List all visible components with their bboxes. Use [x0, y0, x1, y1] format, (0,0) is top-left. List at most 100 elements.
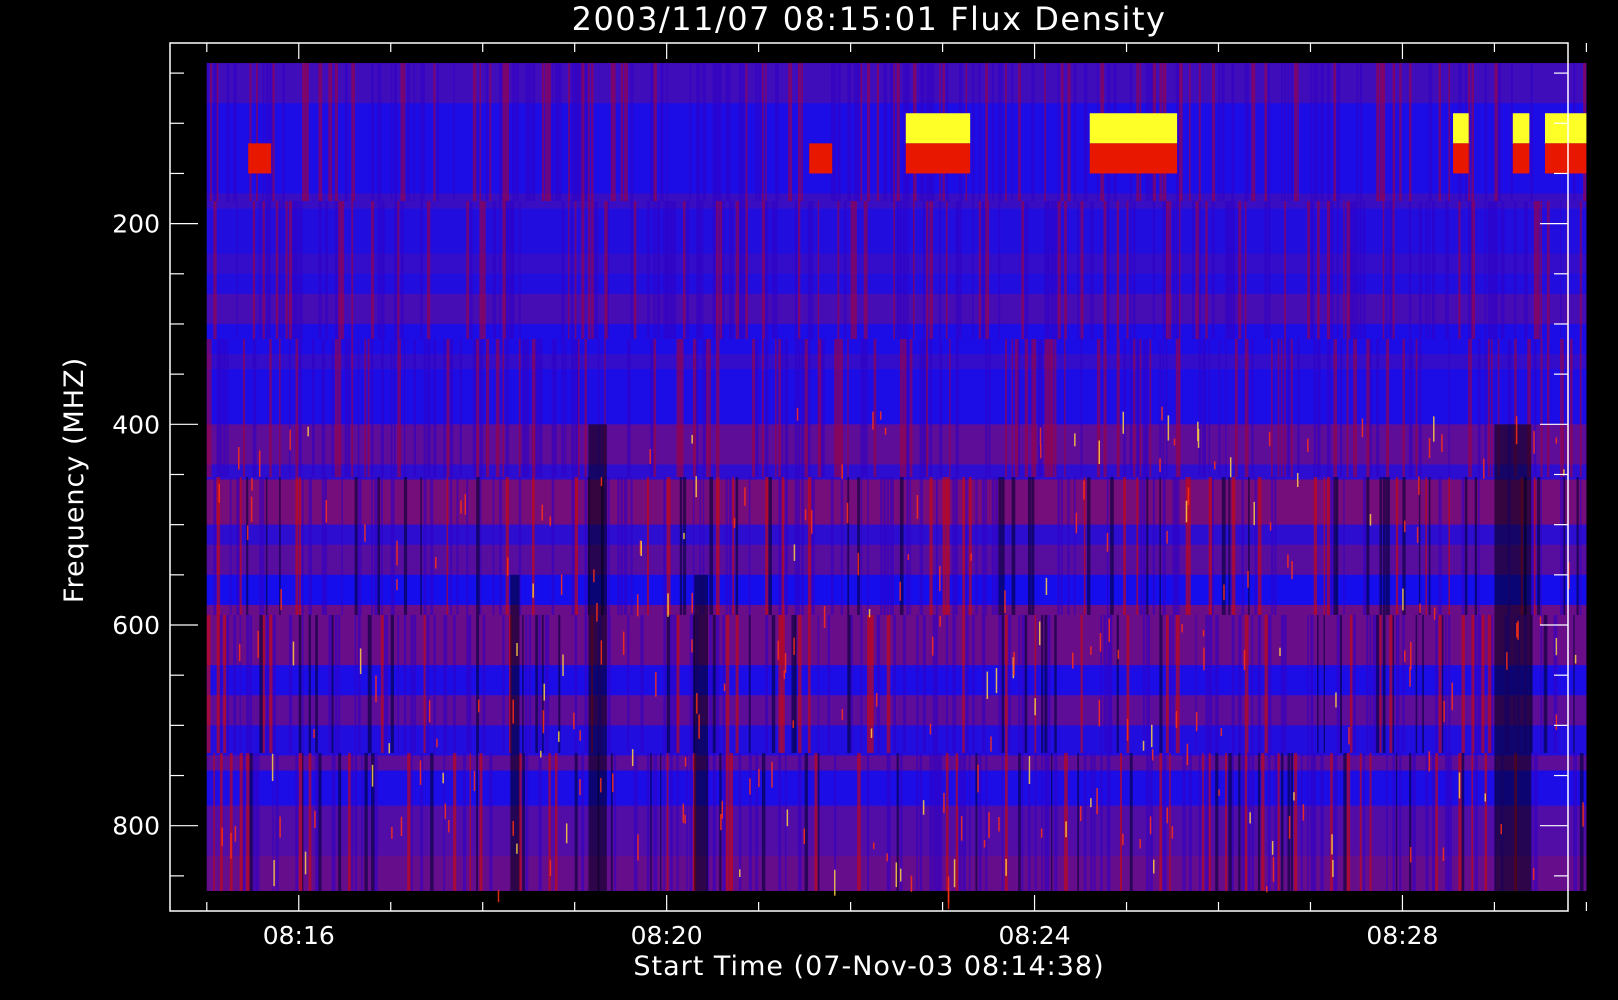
time-striation — [1018, 63, 1021, 202]
time-striation — [456, 477, 459, 615]
time-striation — [857, 752, 861, 891]
time-striation — [1142, 339, 1147, 477]
time-striation — [453, 752, 457, 891]
time-striation — [400, 63, 404, 202]
time-striation — [650, 63, 654, 202]
time-striation — [847, 339, 849, 477]
time-striation — [1533, 339, 1537, 477]
time-striation — [742, 63, 745, 202]
time-striation — [998, 614, 1003, 753]
time-striation — [535, 339, 539, 477]
time-striation — [426, 339, 431, 477]
time-striation — [1057, 201, 1061, 340]
time-striation — [522, 752, 525, 891]
time-striation — [1280, 339, 1283, 477]
flux-spike — [516, 843, 518, 854]
time-striation — [1011, 339, 1013, 477]
flux-spike — [1361, 418, 1364, 438]
flux-spike — [271, 753, 274, 781]
time-striation — [338, 201, 342, 340]
time-striation — [1146, 339, 1149, 477]
time-striation — [298, 614, 302, 753]
time-striation — [945, 752, 949, 891]
flux-spike — [1166, 807, 1168, 824]
time-striation — [729, 477, 732, 615]
time-striation — [1428, 477, 1431, 615]
time-striation — [1471, 201, 1476, 340]
flux-spike — [695, 476, 697, 498]
flux-spike — [234, 825, 237, 842]
time-striation — [1359, 63, 1363, 202]
time-striation — [932, 752, 937, 891]
flux-spike — [257, 630, 259, 658]
time-striation — [1047, 201, 1051, 340]
flux-spike — [720, 814, 722, 830]
time-striation — [505, 477, 509, 615]
frequency-band — [206, 524, 1587, 545]
flux-spike — [396, 579, 398, 591]
time-striation — [968, 752, 971, 891]
time-striation — [269, 614, 273, 753]
flux-spike — [868, 609, 871, 618]
time-striation — [1317, 63, 1319, 202]
time-striation — [1376, 63, 1379, 202]
time-striation — [1395, 752, 1398, 891]
flux-spike — [1186, 743, 1189, 766]
time-striation — [745, 201, 748, 340]
time-striation — [561, 201, 565, 340]
time-striation — [1320, 63, 1324, 202]
time-striation — [318, 201, 322, 340]
flux-spike — [1159, 458, 1161, 473]
time-striation — [308, 614, 311, 753]
flux-spike — [540, 750, 542, 758]
flux-spike — [1533, 430, 1535, 454]
flux-spike — [562, 654, 564, 677]
time-striation — [945, 614, 949, 753]
time-striation — [1123, 339, 1126, 477]
time-striation — [551, 63, 554, 202]
time-striation — [1021, 614, 1026, 753]
flux-spike — [986, 671, 989, 700]
flux-spike — [1287, 554, 1289, 568]
time-striation — [594, 201, 599, 340]
flux-spike — [1126, 718, 1129, 741]
time-striation — [1027, 477, 1031, 615]
time-striation — [978, 63, 981, 202]
flux-spike — [758, 769, 760, 788]
time-striation — [1317, 614, 1319, 753]
flux-spike — [1409, 847, 1412, 863]
flux-spike — [796, 407, 799, 421]
time-striation — [607, 477, 610, 615]
y-tick-label: 600 — [112, 611, 160, 640]
time-striation — [1142, 477, 1146, 615]
flux-spike — [691, 434, 693, 444]
time-striation — [545, 614, 550, 753]
time-striation — [775, 201, 778, 340]
time-striation — [259, 614, 264, 753]
time-striation — [788, 63, 793, 202]
flux-spike — [573, 712, 575, 730]
time-striation — [1211, 201, 1215, 340]
time-striation — [985, 477, 987, 615]
time-striation — [1395, 477, 1399, 615]
flux-spike — [1065, 821, 1067, 838]
flux-spike — [1272, 857, 1275, 882]
time-striation — [1208, 752, 1211, 891]
time-striation — [302, 63, 306, 202]
flux-spike — [1279, 647, 1281, 657]
time-striation — [1018, 339, 1020, 477]
time-striation — [371, 477, 373, 615]
time-striation — [505, 63, 510, 202]
flux-spike — [1187, 487, 1190, 505]
flux-spike — [1218, 789, 1220, 796]
time-striation — [1238, 614, 1242, 753]
time-striation — [1392, 752, 1395, 891]
flux-spike — [460, 500, 462, 514]
time-striation — [867, 477, 869, 615]
time-striation — [1267, 614, 1272, 753]
time-striation — [1047, 614, 1051, 753]
time-striation — [840, 339, 844, 477]
flux-spike — [649, 449, 651, 464]
time-striation — [1428, 201, 1431, 340]
time-striation — [1369, 614, 1372, 753]
